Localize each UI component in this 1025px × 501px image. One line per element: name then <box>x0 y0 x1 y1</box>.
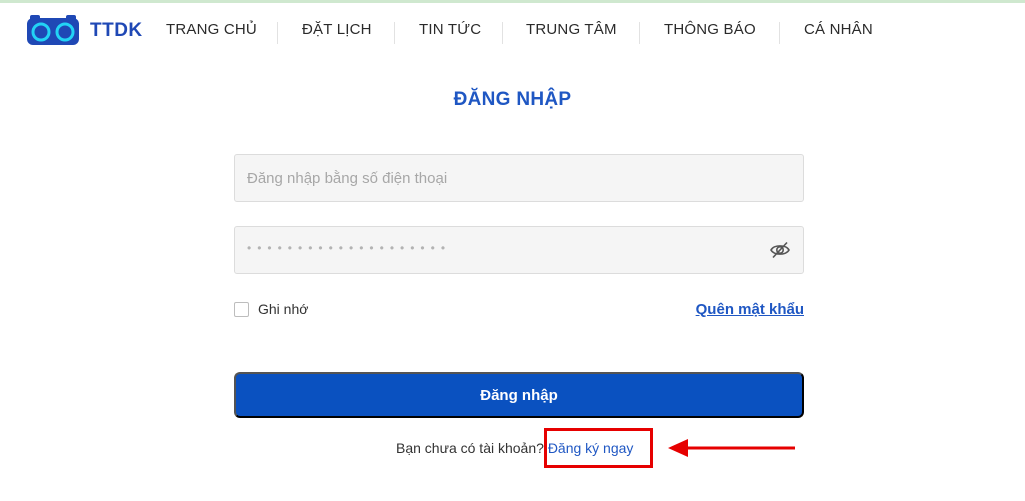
phone-input[interactable] <box>235 155 803 201</box>
nav-item-news[interactable]: TIN TỨC <box>419 21 481 38</box>
remember-label: Ghi nhớ <box>258 301 309 317</box>
login-button[interactable]: Đăng nhập <box>234 372 804 418</box>
brand-name: TTDK <box>90 20 143 41</box>
brand-logo[interactable]: TTDK <box>26 15 143 47</box>
nav-item-centers[interactable]: TRUNG TÂM <box>526 21 617 38</box>
nav-divider <box>639 22 640 44</box>
nav-item-home[interactable]: TRANG CHỦ <box>166 21 257 38</box>
password-input[interactable]: •••••••••••••••••••• <box>247 241 451 255</box>
nav-divider <box>779 22 780 44</box>
nav-item-booking[interactable]: ĐẶT LỊCH <box>302 21 372 38</box>
eye-slash-icon[interactable] <box>769 240 791 260</box>
page-title: ĐĂNG NHẬP <box>453 89 572 110</box>
nav-divider <box>502 22 503 44</box>
password-field[interactable]: •••••••••••••••••••• <box>234 226 804 274</box>
nav-item-notifications[interactable]: THÔNG BÁO <box>664 21 756 38</box>
remember-me[interactable]: Ghi nhớ <box>234 301 308 317</box>
nav-divider <box>277 22 278 44</box>
nav-divider <box>394 22 395 44</box>
phone-field[interactable] <box>234 154 804 202</box>
ttdk-logo-icon <box>26 15 80 47</box>
top-navigation: TTDK TRANG CHỦ ĐẶT LỊCH TIN TỨC TRUNG TÂ… <box>0 3 1025 61</box>
nav-item-profile[interactable]: CÁ NHÂN <box>804 21 873 38</box>
annotation-highlight-box <box>544 428 653 468</box>
left-arrow-icon <box>668 439 795 457</box>
remember-checkbox[interactable] <box>234 301 249 317</box>
forgot-password-link[interactable]: Quên mật khẩu <box>696 301 804 318</box>
no-account-text: Bạn chưa có tài khoản? <box>396 440 544 456</box>
